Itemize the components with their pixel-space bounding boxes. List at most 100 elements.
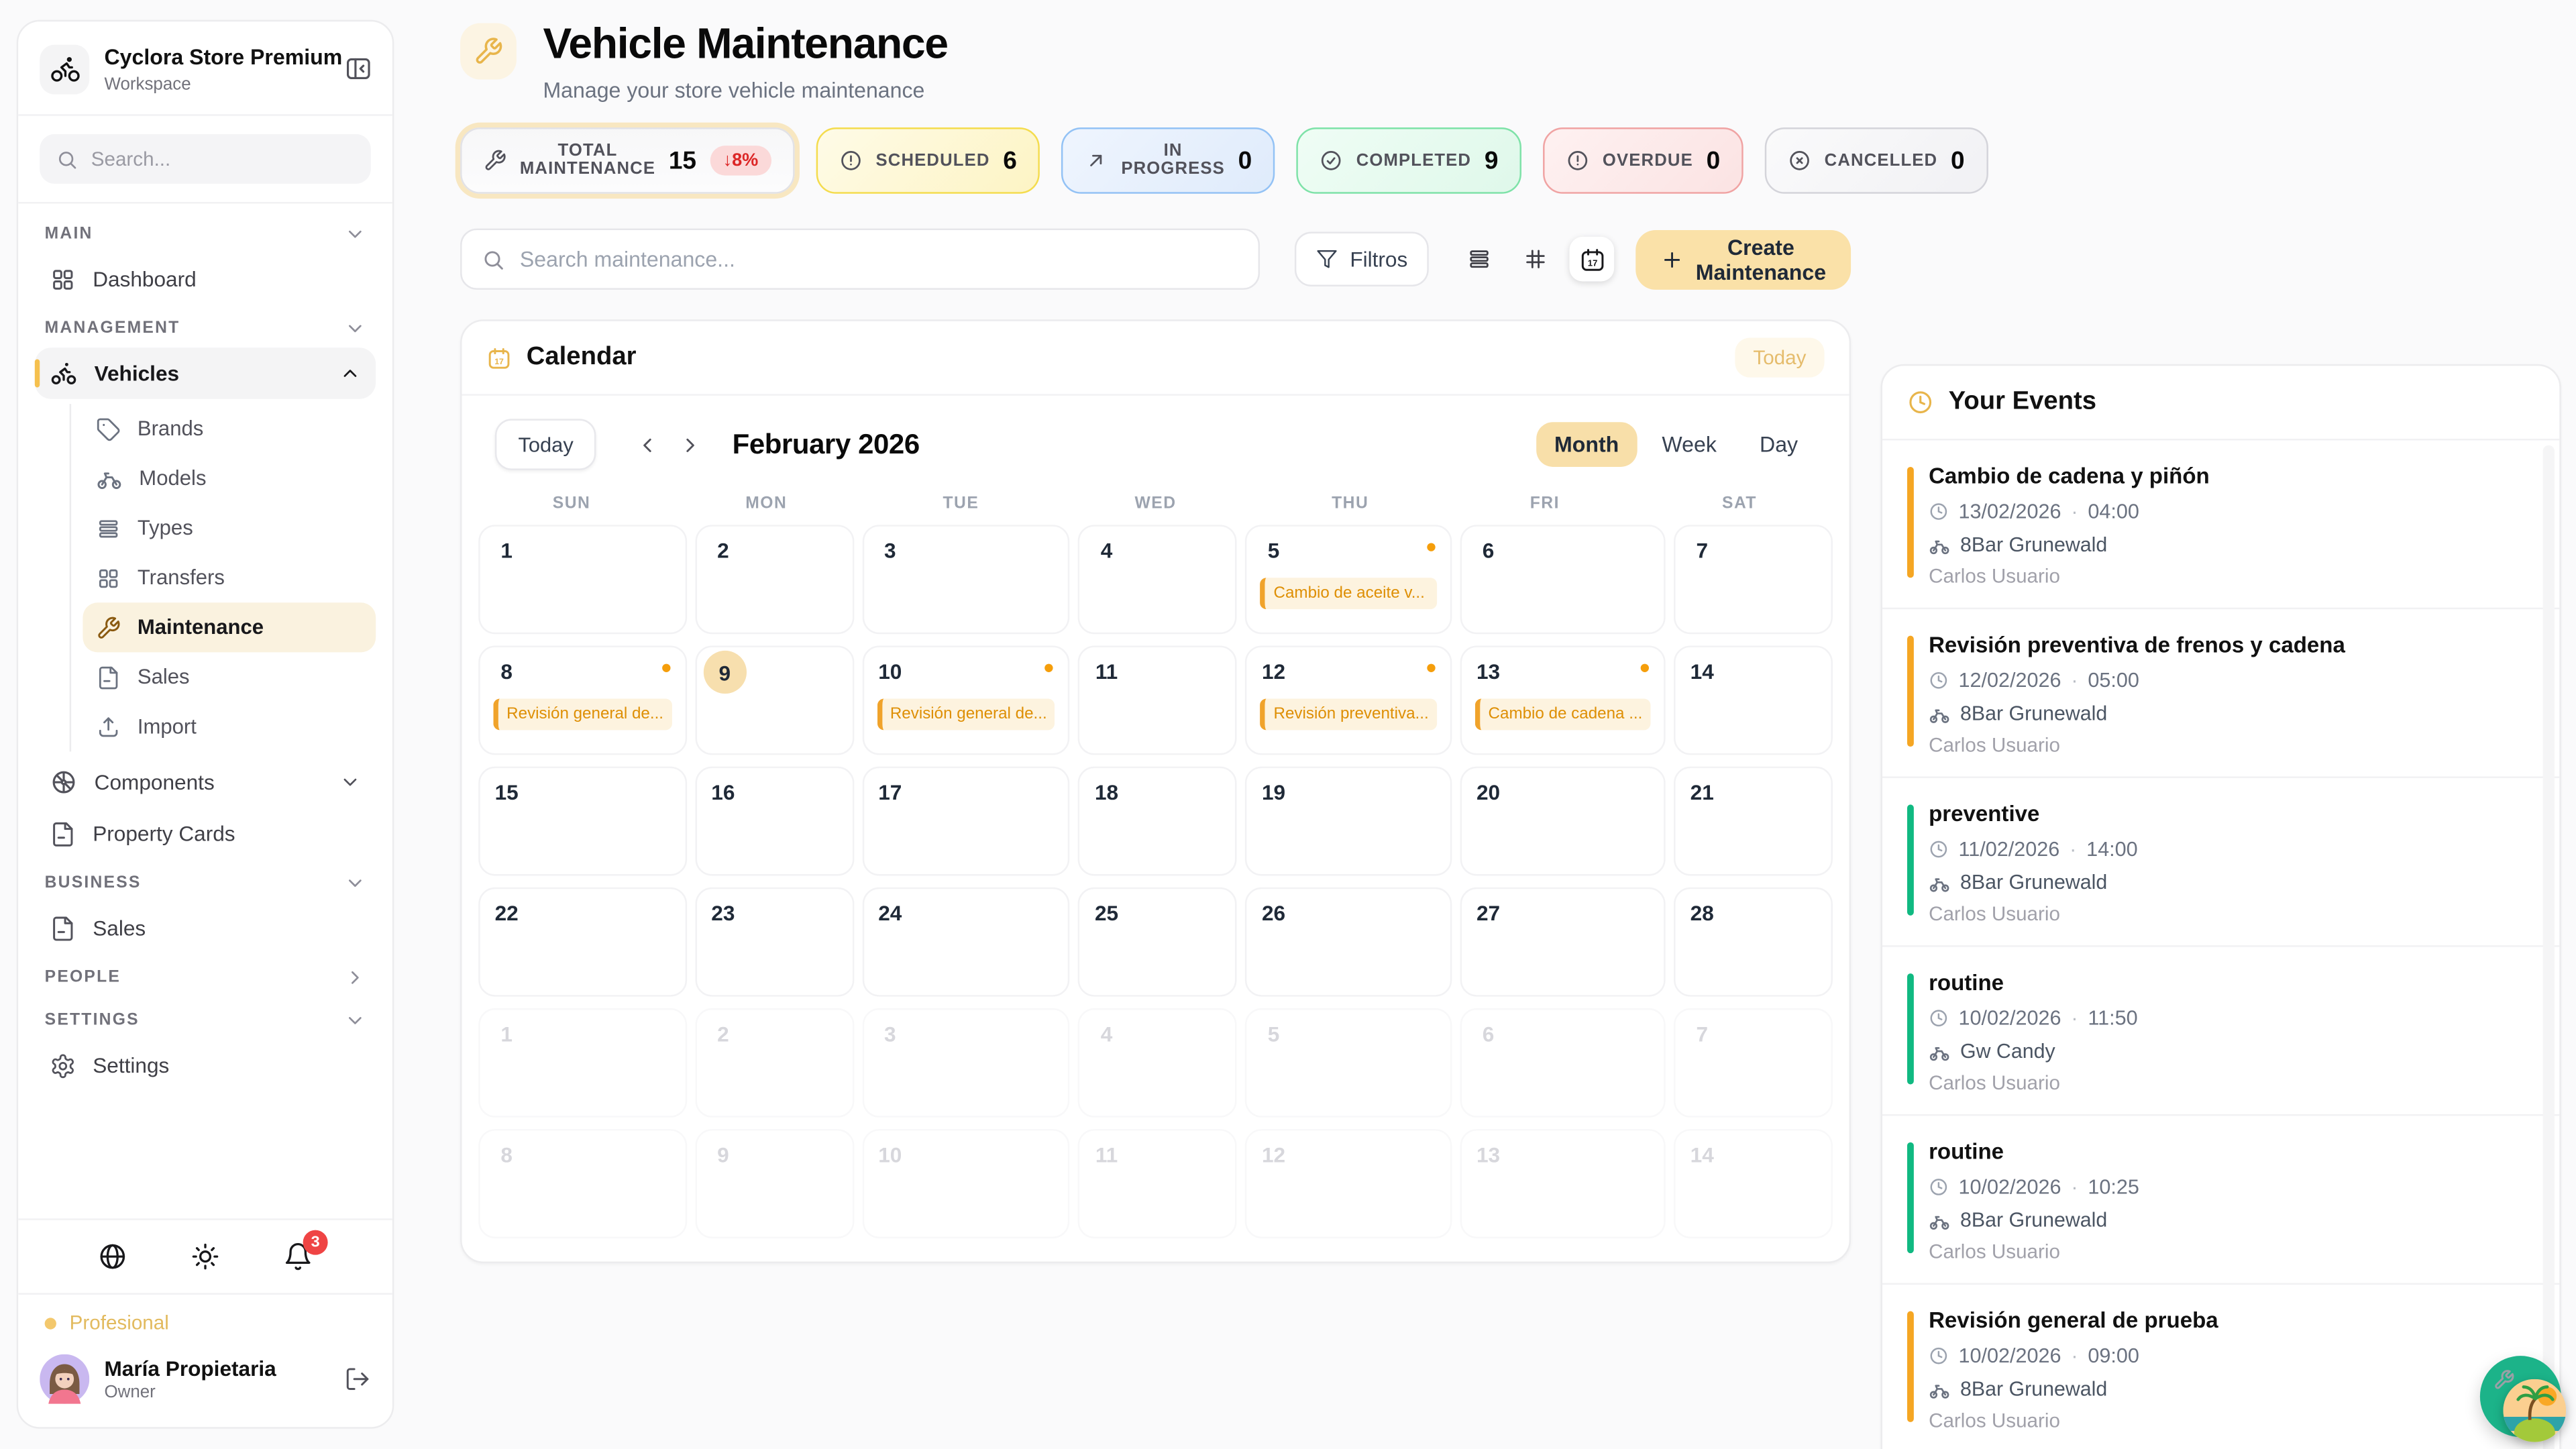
sidebar-item-dashboard[interactable]: Dashboard [35,254,376,305]
prev-month-chevron-icon[interactable] [627,423,669,466]
calendar-day-cell[interactable]: 8 [478,1129,686,1238]
calendar-day-cell[interactable]: 17 [862,767,1070,876]
calendar-day-cell[interactable]: 2 [695,1008,854,1118]
calendar-day-cell[interactable]: 13 Cambio de cadena ... [1460,645,1666,755]
grid-view-button[interactable] [1513,237,1558,282]
view-week[interactable]: Week [1644,422,1735,467]
sidebar-item-business-sales[interactable]: Sales [35,902,376,954]
calendar-corner-today[interactable]: Today [1735,337,1824,377]
sidebar-item-property-cards[interactable]: Property Cards [35,808,376,859]
calendar-day-cell[interactable]: 3 [862,525,1070,634]
calendar-day-cell[interactable]: 22 [478,888,686,997]
stat-chip-scheduled[interactable]: SCHEDULED 6 [816,127,1040,194]
sidebar-item-vehicles[interactable]: Vehicles [35,347,376,399]
section-main[interactable]: MAIN [35,210,376,253]
calendar-day-cell[interactable]: 20 [1460,767,1666,876]
event-list-item[interactable]: Revisión general de prueba 10/02/2026 · … [1882,1285,2559,1449]
calendar-day-cell[interactable]: 15 [478,767,686,876]
list-view-button[interactable] [1457,237,1502,282]
event-list-item[interactable]: Cambio de cadena y piñón 13/02/2026 · 04… [1882,440,2559,609]
calendar-day-cell[interactable]: 25 [1079,888,1238,997]
logout-icon[interactable] [344,1366,370,1392]
today-button[interactable]: Today [495,419,596,470]
sidebar-item-sales[interactable]: Sales [83,652,376,702]
calendar-event-pill[interactable]: Revisión general de... [493,698,672,730]
calendar-day-cell[interactable]: 10 Revisión general de... [862,645,1070,755]
event-list-item[interactable]: routine 10/02/2026 · 10:25 8Bar Grunewal… [1882,1116,2559,1285]
sidebar-item-types[interactable]: Types [83,503,376,553]
calendar-day-cell[interactable]: 16 [695,767,854,876]
section-people[interactable]: PEOPLE [35,953,376,996]
calendar-day-cell[interactable]: 1 [478,1008,686,1118]
floating-assistant-button[interactable] [2480,1356,2561,1438]
filters-button[interactable]: Filtros [1295,232,1430,286]
calendar-day-cell[interactable]: 10 [862,1129,1070,1238]
sidebar-item-settings[interactable]: Settings [35,1040,376,1091]
calendar-day-cell[interactable]: 12 [1246,1129,1452,1238]
calendar-day-cell[interactable]: 2 [695,525,854,634]
calendar-day-cell[interactable]: 28 [1674,888,1833,997]
calendar-day-cell[interactable]: 8 Revisión general de... [478,645,686,755]
calendar-day-cell[interactable]: 11 [1079,1129,1238,1238]
sidebar-collapse-icon[interactable] [344,54,372,83]
stat-chip-cancelled[interactable]: CANCELLED 0 [1765,127,1988,194]
view-month[interactable]: Month [1536,422,1638,467]
calendar-day-cell[interactable]: 9 [695,1129,854,1238]
calendar-day-cell[interactable]: 27 [1460,888,1666,997]
calendar-day-cell[interactable]: 14 [1674,1129,1833,1238]
stat-chip-total-maintenance[interactable]: TOTAL MAINTENANCE 15 ↓8% [460,127,795,194]
sidebar-search[interactable] [40,134,371,184]
calendar-day-cell[interactable]: 23 [695,888,854,997]
events-scrollbar[interactable] [2543,445,2555,1449]
calendar-day-cell[interactable]: 13 [1460,1129,1666,1238]
sidebar-item-brands[interactable]: Brands [83,404,376,453]
calendar-day-cell[interactable]: 26 [1246,888,1452,997]
calendar-day-cell[interactable]: 11 [1079,645,1238,755]
maintenance-search-input[interactable] [520,247,1239,272]
event-list-item[interactable]: Revisión preventiva de frenos y cadena 1… [1882,609,2559,778]
user-profile[interactable]: María Propietaria Owner [18,1341,392,1427]
stat-chip-overdue[interactable]: OVERDUE 0 [1543,127,1743,194]
calendar-event-pill[interactable]: Revisión preventiva... [1260,698,1437,730]
calendar-day-cell[interactable]: 1 [478,525,686,634]
calendar-day-cell[interactable]: 3 [862,1008,1070,1118]
event-list-item[interactable]: routine 10/02/2026 · 11:50 Gw Candy Carl… [1882,947,2559,1116]
calendar-day-cell[interactable]: 19 [1246,767,1452,876]
calendar-day-cell[interactable]: 6 [1460,525,1666,634]
workspace-switcher[interactable]: Cyclora Store Premium Workspace [18,21,392,114]
maintenance-search[interactable] [460,229,1260,290]
theme-sun-icon[interactable] [191,1242,220,1271]
sidebar-item-models[interactable]: Models [83,453,376,503]
section-settings[interactable]: SETTINGS [35,997,376,1040]
calendar-day-cell[interactable]: 7 [1674,1008,1833,1118]
calendar-day-cell[interactable]: 7 [1674,525,1833,634]
sidebar-item-import[interactable]: Import [83,702,376,751]
calendar-day-cell[interactable]: 24 [862,888,1070,997]
sidebar-search-input[interactable] [91,148,354,171]
calendar-day-cell[interactable]: 14 [1674,645,1833,755]
calendar-day-cell[interactable]: 12 Revisión preventiva... [1246,645,1452,755]
calendar-day-cell[interactable]: 21 [1674,767,1833,876]
calendar-day-cell[interactable]: 4 [1079,1008,1238,1118]
next-month-chevron-icon[interactable] [669,423,712,466]
calendar-day-cell[interactable]: 5 [1246,1008,1452,1118]
sidebar-item-transfers[interactable]: Transfers [83,553,376,602]
notifications-button[interactable]: 3 [283,1242,313,1271]
calendar-event-pill[interactable]: Cambio de cadena ... [1475,698,1651,730]
calendar-day-cell[interactable]: 9 [695,645,854,755]
globe-icon[interactable] [98,1242,127,1271]
calendar-day-cell[interactable]: 4 [1079,525,1238,634]
calendar-event-pill[interactable]: Revisión general de... [877,698,1055,730]
stat-chip-completed[interactable]: COMPLETED 9 [1297,127,1521,194]
event-list-item[interactable]: preventive 11/02/2026 · 14:00 8Bar Grune… [1882,778,2559,947]
stat-chip-in-progress[interactable]: IN PROGRESS 0 [1061,127,1275,194]
sidebar-item-maintenance[interactable]: Maintenance [83,602,376,652]
calendar-day-cell[interactable]: 6 [1460,1008,1666,1118]
create-maintenance-button[interactable]: Create Maintenance [1636,229,1851,289]
calendar-day-cell[interactable]: 18 [1079,767,1238,876]
calendar-day-cell[interactable]: 5 Cambio de aceite v... [1246,525,1452,634]
section-management[interactable]: MANAGEMENT [35,305,376,347]
section-business[interactable]: BUSINESS [35,859,376,902]
view-day[interactable]: Day [1741,422,1816,467]
calendar-event-pill[interactable]: Cambio de aceite v... [1260,578,1437,609]
